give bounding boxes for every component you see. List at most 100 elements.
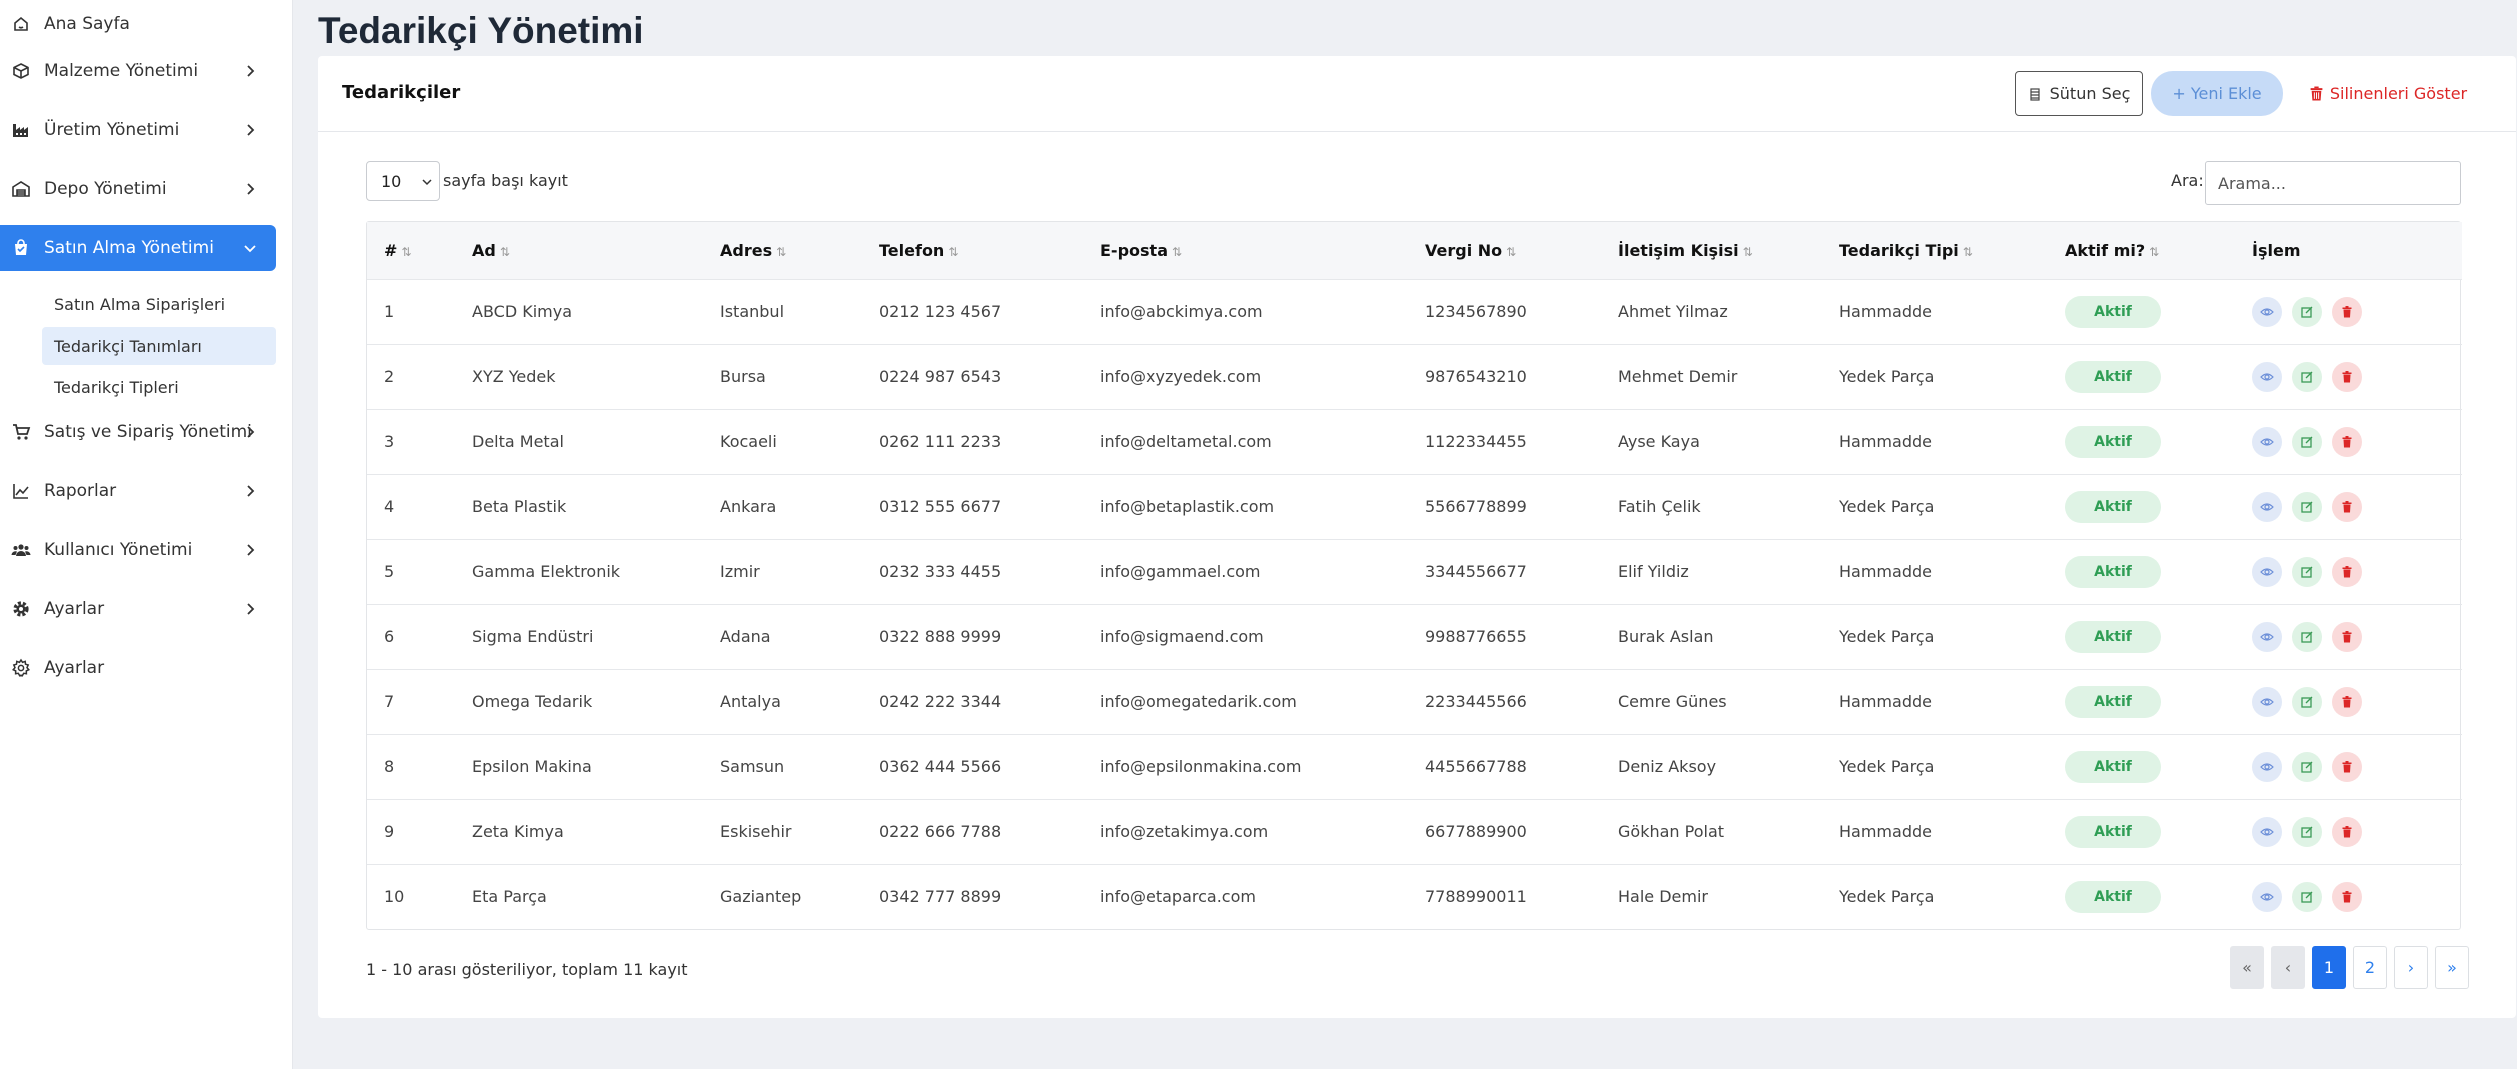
table-cell-actions bbox=[2235, 409, 2462, 474]
sidebar-subitem-purchase-orders[interactable]: Satın Alma Siparişleri bbox=[42, 285, 276, 323]
table-cell-col-email: info@epsilonmakina.com bbox=[1100, 757, 1302, 776]
card-title: Tedarikçiler bbox=[342, 82, 461, 103]
delete-button[interactable] bbox=[2332, 491, 2362, 522]
edit-button[interactable] bbox=[2292, 296, 2322, 327]
edit-button[interactable] bbox=[2292, 361, 2322, 392]
table-cell-col-name: ABCD Kimya bbox=[472, 302, 573, 321]
sidebar-item-material[interactable]: Malzeme Yönetimi bbox=[0, 48, 276, 94]
sidebar-item-sales[interactable]: Satış ve Sipariş Yönetimi bbox=[0, 409, 276, 455]
delete-button[interactable] bbox=[2332, 556, 2362, 587]
edit-button[interactable] bbox=[2292, 621, 2322, 652]
sidebar-subitem-supplier-definitions[interactable]: Tedarikçi Tanımları bbox=[42, 327, 276, 365]
delete-button[interactable] bbox=[2332, 361, 2362, 392]
table-header-col-tax-no[interactable]: Vergi No ⇅ bbox=[1408, 222, 1601, 279]
edit-button[interactable] bbox=[2292, 491, 2322, 522]
view-button[interactable] bbox=[2252, 361, 2282, 392]
table-header-col-address[interactable]: Adres ⇅ bbox=[703, 222, 862, 279]
table-cell-col-number: 2 bbox=[384, 367, 395, 386]
table-cell-col-active: Aktif bbox=[2048, 344, 2235, 409]
table-header-col-contact[interactable]: İletişim Kişisi ⇅ bbox=[1601, 222, 1822, 279]
view-button[interactable] bbox=[2252, 491, 2282, 522]
delete-button[interactable] bbox=[2332, 751, 2362, 782]
header-label: Vergi No bbox=[1425, 240, 1503, 260]
table-cell-actions bbox=[2235, 799, 2462, 864]
pagination-prev[interactable]: ‹ bbox=[2271, 946, 2305, 989]
view-button[interactable] bbox=[2252, 426, 2282, 457]
pagination-last[interactable]: » bbox=[2435, 946, 2469, 989]
table-cell-col-supplier-type: Yedek Parça bbox=[1839, 887, 1935, 907]
table-header-col-number[interactable]: # ⇅ bbox=[367, 222, 455, 279]
sidebar-item-settings-2[interactable]: Ayarlar bbox=[0, 645, 276, 691]
table-cell-col-tax-no: 5566778899 bbox=[1425, 497, 1527, 516]
pagination-page-2[interactable]: 2 bbox=[2353, 946, 2387, 989]
status-badge: Aktif bbox=[2065, 685, 2161, 718]
add-new-button[interactable]: + Yeni Ekle bbox=[2151, 71, 2283, 116]
view-button[interactable] bbox=[2252, 751, 2282, 782]
table-cell-col-name: Zeta Kimya bbox=[472, 822, 564, 841]
eye-icon bbox=[2260, 370, 2274, 384]
table-header-col-name[interactable]: Ad ⇅ bbox=[455, 222, 703, 279]
delete-button[interactable] bbox=[2332, 816, 2362, 847]
table-cell-col-address: Bursa bbox=[720, 367, 766, 386]
edit-button[interactable] bbox=[2292, 816, 2322, 847]
view-button[interactable] bbox=[2252, 881, 2282, 912]
edit-button[interactable] bbox=[2292, 426, 2322, 457]
sidebar-item-users[interactable]: Kullanıcı Yönetimi bbox=[0, 527, 276, 573]
edit-button[interactable] bbox=[2292, 686, 2322, 717]
edit-icon bbox=[2300, 565, 2314, 579]
sidebar-item-label: Satış ve Sipariş Yönetimi bbox=[44, 422, 252, 442]
table-header-col-actions: İşlem bbox=[2235, 222, 2462, 279]
pagination-page-1[interactable]: 1 bbox=[2312, 946, 2346, 989]
edit-button[interactable] bbox=[2292, 751, 2322, 782]
view-button[interactable] bbox=[2252, 621, 2282, 652]
table-cell-col-phone: 0312 555 6677 bbox=[879, 497, 1002, 516]
delete-button[interactable] bbox=[2332, 426, 2362, 457]
sidebar-subitem-supplier-types[interactable]: Tedarikçi Tipleri bbox=[42, 368, 276, 406]
table-cell-col-phone: 0224 987 6543 bbox=[879, 367, 1002, 386]
table-header-col-email[interactable]: E-posta ⇅ bbox=[1083, 222, 1408, 279]
pagination-first[interactable]: « bbox=[2230, 946, 2264, 989]
table-header-col-phone[interactable]: Telefon ⇅ bbox=[862, 222, 1083, 279]
sidebar-item-home[interactable]: Ana Sayfa bbox=[0, 1, 276, 47]
delete-button[interactable] bbox=[2332, 296, 2362, 327]
edit-button[interactable] bbox=[2292, 881, 2322, 912]
sidebar-item-reports[interactable]: Raporlar bbox=[0, 468, 276, 514]
table-cell-col-tax-no: 9876543210 bbox=[1425, 367, 1527, 386]
table-header-col-supplier-type[interactable]: Tedarikçi Tipi ⇅ bbox=[1822, 222, 2048, 279]
show-deleted-button[interactable]: Silinenleri Göster bbox=[2303, 71, 2473, 116]
delete-button[interactable] bbox=[2332, 621, 2362, 652]
sidebar-item-warehouse[interactable]: Depo Yönetimi bbox=[0, 166, 276, 212]
table-cell-col-contact: Fatih Çelik bbox=[1618, 497, 1701, 516]
pagination-next[interactable]: › bbox=[2394, 946, 2428, 989]
trash-icon bbox=[2310, 86, 2323, 101]
view-button[interactable] bbox=[2252, 686, 2282, 717]
view-button[interactable] bbox=[2252, 296, 2282, 327]
table-cell-col-phone: 0362 444 5566 bbox=[879, 757, 1002, 776]
delete-button[interactable] bbox=[2332, 881, 2362, 912]
table-cell-col-address: Gaziantep bbox=[720, 887, 802, 907]
header-label: Tedarikçi Tipi bbox=[1839, 240, 1959, 260]
sidebar: Ana Sayfa Malzeme Yönetimi Üretim Yöneti… bbox=[0, 0, 293, 1069]
search-input[interactable] bbox=[2205, 161, 2461, 205]
table-cell-actions bbox=[2235, 864, 2462, 929]
table-cell-col-supplier-type: Yedek Parça bbox=[1839, 627, 1935, 646]
sort-icon: ⇅ bbox=[1506, 244, 1517, 259]
view-button[interactable] bbox=[2252, 556, 2282, 587]
eye-icon bbox=[2260, 435, 2274, 449]
factory-icon bbox=[10, 119, 32, 141]
edit-button[interactable] bbox=[2292, 556, 2322, 587]
delete-button[interactable] bbox=[2332, 686, 2362, 717]
sidebar-item-settings[interactable]: Ayarlar bbox=[0, 586, 276, 632]
sidebar-item-purchasing[interactable]: Satın Alma Yönetimi bbox=[0, 225, 276, 271]
table-cell-col-active: Aktif bbox=[2048, 539, 2235, 604]
table-cell-col-name: Omega Tedarik bbox=[472, 692, 593, 711]
select-columns-button[interactable]: Sütun Seç bbox=[2015, 71, 2143, 116]
sidebar-item-production[interactable]: Üretim Yönetimi bbox=[0, 107, 276, 153]
view-button[interactable] bbox=[2252, 816, 2282, 847]
table-header-col-active[interactable]: Aktif mi? ⇅ bbox=[2048, 222, 2235, 279]
table-cell-col-address: Izmir bbox=[720, 562, 760, 581]
eye-icon bbox=[2260, 760, 2274, 774]
page-length-select[interactable]: 10 bbox=[366, 161, 440, 201]
trash-icon bbox=[2340, 695, 2354, 709]
sidebar-item-label: Raporlar bbox=[44, 481, 117, 501]
